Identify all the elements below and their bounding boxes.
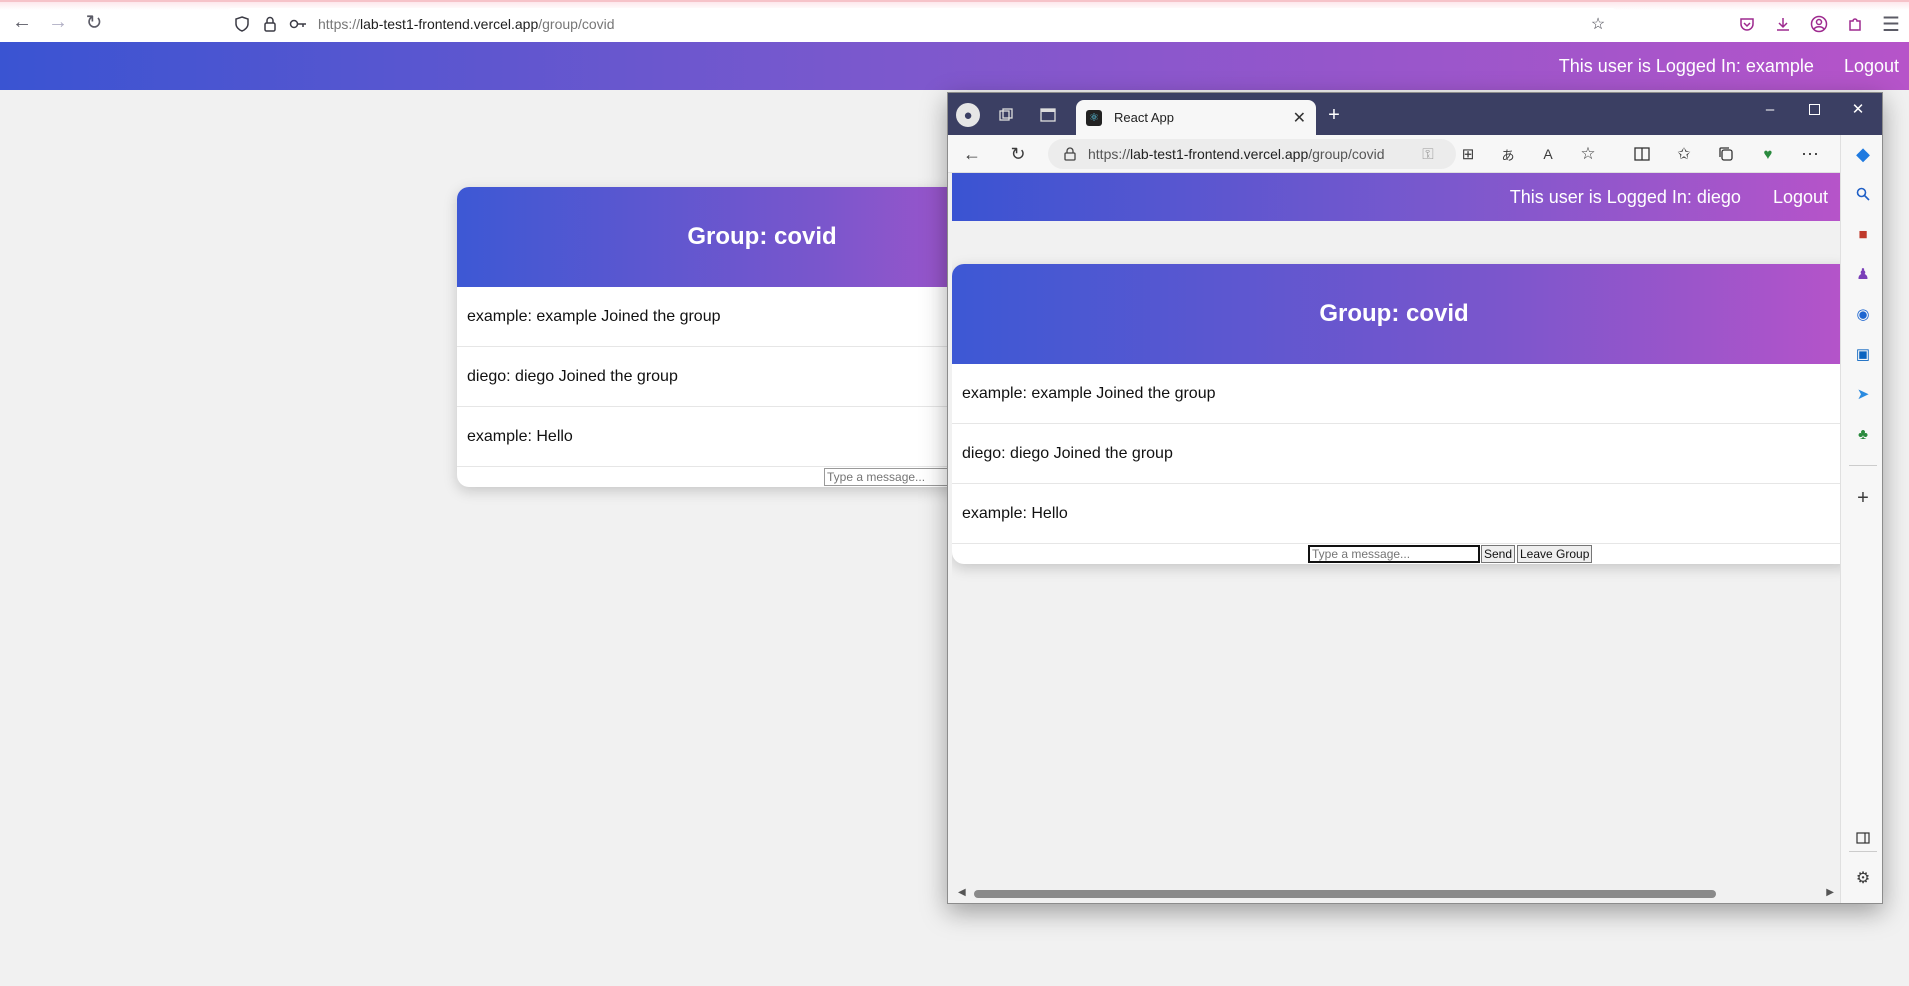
scroll-left-icon[interactable]: ◀ — [958, 887, 966, 898]
key-icon[interactable] — [284, 10, 312, 38]
sidebar-divider — [1849, 465, 1877, 466]
app-header: This user is Logged In: example Logout — [0, 42, 1909, 90]
group-chat-card: Group: covid example: example Joined the… — [952, 264, 1840, 564]
extensions-icon[interactable] — [1837, 6, 1873, 42]
hide-sidebar-icon[interactable] — [1849, 825, 1877, 851]
browser-essentials-icon[interactable]: ♥ — [1756, 142, 1780, 166]
close-window-icon[interactable]: ✕ — [1844, 97, 1872, 121]
reload-icon[interactable]: ↻ — [76, 4, 112, 40]
vertical-tabs-icon[interactable] — [1036, 103, 1060, 127]
pocket-icon[interactable] — [1729, 6, 1765, 42]
favorite-star-icon[interactable]: ☆ — [1576, 142, 1600, 166]
microsoft365-icon[interactable]: ◉ — [1849, 301, 1877, 327]
send-icon[interactable]: ➤ — [1849, 381, 1877, 407]
collections-icon[interactable] — [1714, 142, 1738, 166]
profile-icon[interactable]: ● — [956, 103, 980, 127]
group-title: Group: covid — [952, 264, 1840, 364]
firefox-address-bar[interactable]: https://lab-test1-frontend.vercel.app/gr… — [228, 8, 1616, 40]
leave-group-button[interactable]: Leave Group — [1517, 545, 1593, 563]
send-button[interactable]: Send — [1481, 545, 1516, 563]
workspaces-icon[interactable] — [994, 103, 1018, 127]
logged-in-user-text: This user is Logged In: diego — [1509, 186, 1741, 207]
reload-icon[interactable]: ↻ — [1006, 142, 1030, 166]
settings-gear-icon[interactable]: ⚙ — [1849, 865, 1877, 891]
tree-icon[interactable]: ♣ — [1849, 421, 1877, 447]
more-options-icon[interactable]: ⋯ — [1798, 142, 1822, 166]
message-item: diego: diego Joined the group — [952, 424, 1840, 484]
translate-icon[interactable]: あ — [1496, 142, 1520, 166]
read-aloud-icon[interactable]: A — [1536, 142, 1560, 166]
back-arrow-icon[interactable]: ← — [4, 4, 40, 40]
tab-react-app[interactable]: ⚛ React App ✕ — [1076, 100, 1316, 135]
edge-page-content: This user is Logged In: diego Logout Gro… — [952, 173, 1840, 899]
split-screen-icon[interactable] — [1630, 142, 1654, 166]
downloads-icon[interactable] — [1765, 6, 1801, 42]
lock-icon[interactable] — [256, 10, 284, 38]
search-icon[interactable] — [1849, 181, 1877, 207]
firefox-url-text: https://lab-test1-frontend.vercel.app/gr… — [318, 16, 615, 32]
add-icon[interactable]: + — [1849, 485, 1877, 511]
key-icon[interactable]: ⚿ — [1416, 142, 1440, 166]
favorites-icon[interactable]: ✩ — [1672, 142, 1696, 166]
close-tab-icon[interactable]: ✕ — [1293, 108, 1306, 128]
games-icon[interactable]: ♟ — [1849, 261, 1877, 287]
apps-icon[interactable]: ⊞ — [1456, 142, 1480, 166]
outlook-icon[interactable]: ▣ — [1849, 341, 1877, 367]
shield-icon[interactable] — [228, 10, 256, 38]
back-arrow-icon[interactable]: ← — [960, 142, 984, 166]
edge-sidebar: ◆ ■ ♟ ◉ ▣ ➤ ♣ + ⚙ — [1840, 135, 1882, 903]
edge-window: ● ⚛ React App ✕ + – ✕ ← ↻ https://lab-te… — [947, 92, 1883, 904]
logged-in-user-text: This user is Logged In: example — [1558, 55, 1814, 76]
edge-address-bar[interactable]: https://lab-test1-frontend.vercel.app/gr… — [1048, 139, 1456, 169]
horizontal-scrollbar[interactable]: ◀ ▶ — [952, 885, 1840, 901]
bookmark-star-icon[interactable]: ☆ — [1580, 10, 1616, 38]
message-item: example: example Joined the group — [952, 364, 1840, 424]
edge-url-text: https://lab-test1-frontend.vercel.app/gr… — [1088, 146, 1385, 162]
app-header: This user is Logged In: diego Logout — [952, 173, 1840, 221]
message-item: example: Hello — [952, 484, 1840, 544]
edge-navbar: ← ↻ https://lab-test1-frontend.vercel.ap… — [948, 135, 1882, 173]
logout-link[interactable]: Logout — [1773, 187, 1828, 208]
scrollbar-thumb[interactable] — [974, 890, 1716, 898]
logout-link[interactable]: Logout — [1844, 56, 1899, 77]
copilot-icon[interactable]: ◆ — [1849, 141, 1877, 167]
sidebar-divider — [1849, 851, 1877, 852]
account-icon[interactable] — [1801, 6, 1837, 42]
firefox-toolbar: ← → ↻ https://lab-test1-frontend.vercel.… — [0, 0, 1909, 42]
minimize-icon[interactable]: – — [1756, 97, 1784, 121]
tools-icon[interactable]: ■ — [1849, 221, 1877, 247]
react-logo-icon: ⚛ — [1086, 109, 1102, 126]
new-tab-icon[interactable]: + — [1322, 103, 1346, 127]
message-input[interactable] — [1308, 545, 1480, 563]
forward-arrow-icon[interactable]: → — [40, 4, 76, 40]
maximize-icon[interactable] — [1800, 97, 1828, 121]
scroll-right-icon[interactable]: ▶ — [1826, 887, 1834, 898]
firefox-extensions: ☰ — [1729, 6, 1909, 42]
edge-titlebar: ● ⚛ React App ✕ + – ✕ — [948, 93, 1882, 135]
menu-hamburger-icon[interactable]: ☰ — [1873, 6, 1909, 42]
tab-title: React App — [1114, 110, 1174, 125]
lock-icon[interactable] — [1064, 147, 1076, 161]
